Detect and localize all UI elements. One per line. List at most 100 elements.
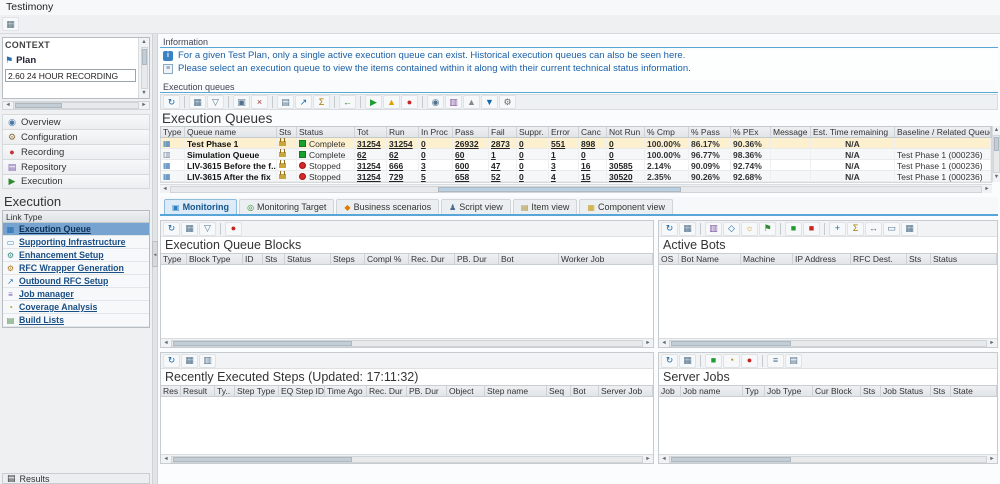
recent-horizontal-scrollbar[interactable]: ◄ ► <box>161 454 653 463</box>
column-header[interactable]: Suppr. <box>517 127 549 137</box>
sidebar-item-supporting-infrastructure[interactable]: ▭ Supporting Infrastructure <box>3 236 149 249</box>
scroll-track[interactable] <box>171 339 643 347</box>
scroll-left-icon[interactable]: ◄ <box>161 455 171 464</box>
download-icon[interactable]: ▼ <box>481 95 498 109</box>
sidebar-item-build-lists[interactable]: ▤ Build Lists <box>3 314 149 327</box>
column-header[interactable]: Sts <box>277 127 297 137</box>
scroll-up-icon[interactable]: ▲ <box>139 38 149 47</box>
scroll-down-icon[interactable]: ▼ <box>139 89 149 98</box>
scroll-up-icon[interactable]: ▲ <box>992 126 1000 135</box>
column-header[interactable]: Sts <box>907 254 931 264</box>
column-header[interactable]: EQ Step ID <box>279 386 325 396</box>
column-header[interactable]: % PEx <box>731 127 771 137</box>
sidebar-item-recording[interactable]: ● Recording <box>2 144 150 159</box>
column-header[interactable]: IP Address <box>793 254 851 264</box>
scroll-thumb[interactable] <box>671 456 792 462</box>
tab-script-view[interactable]: ♟ Script view <box>441 199 511 214</box>
column-header[interactable]: In Proc <box>419 127 453 137</box>
settings-icon[interactable]: ⚙ <box>499 95 516 109</box>
column-header[interactable]: Error <box>549 127 579 137</box>
column-header[interactable]: Ty.. <box>215 386 235 396</box>
column-header[interactable]: Bot Name <box>679 254 741 264</box>
plan-row[interactable]: ⚑ Plan <box>5 55 136 66</box>
column-header[interactable]: Block Type <box>187 254 243 264</box>
column-header[interactable]: Bot <box>499 254 559 264</box>
context-horizontal-scrollbar[interactable]: ◄ ► <box>2 101 150 110</box>
sidebar-item-execution-queue[interactable]: ▦ Execution Queue <box>3 223 149 236</box>
column-header[interactable]: Est. Time remaining <box>811 127 895 137</box>
column-header[interactable]: Pass <box>453 127 489 137</box>
stop-icon[interactable]: ● <box>401 95 418 109</box>
refresh-icon[interactable]: ↻ <box>163 95 180 109</box>
column-header[interactable]: Not Run <box>607 127 645 137</box>
window-grid-icon[interactable]: ▦ <box>2 17 19 31</box>
column-header[interactable]: Type <box>161 127 185 137</box>
column-header[interactable]: Job Status <box>881 386 931 396</box>
scroll-track[interactable] <box>669 339 987 347</box>
export-icon[interactable]: ↗ <box>295 95 312 109</box>
monitor-icon[interactable]: ▭ <box>883 221 900 236</box>
grid-icon[interactable]: ▤ <box>785 353 802 368</box>
sidebar-item-coverage-analysis[interactable]: ◔ Coverage Analysis <box>3 301 149 314</box>
stop-icon[interactable]: ● <box>225 221 242 236</box>
scroll-thumb[interactable] <box>173 340 352 346</box>
column-header[interactable]: Message <box>771 127 811 137</box>
table-horizontal-scrollbar[interactable]: ◄ ► <box>160 184 992 193</box>
column-header[interactable]: Sts <box>861 386 881 396</box>
sidebar-item-execution[interactable]: ▶ Execution <box>2 174 150 189</box>
sidebar-item-job-manager[interactable]: ≡ Job manager <box>3 288 149 301</box>
column-header[interactable]: ID <box>243 254 263 264</box>
scroll-thumb[interactable] <box>438 186 682 192</box>
tab-item-view[interactable]: ▤ Item view <box>512 199 578 214</box>
scroll-track[interactable] <box>140 47 148 89</box>
scroll-right-icon[interactable]: ► <box>643 339 653 348</box>
sidebar-item-configuration[interactable]: ⚙ Configuration <box>2 129 150 144</box>
sidebar-item-rfc-wrapper-generation[interactable]: ⚙ RFC Wrapper Generation <box>3 262 149 275</box>
column-header[interactable]: Step Type <box>235 386 279 396</box>
choose-layout-icon[interactable]: ▦ <box>679 221 696 236</box>
tab-monitoring[interactable]: ▣ Monitoring <box>164 199 238 214</box>
column-header[interactable]: OS <box>659 254 679 264</box>
sum-icon[interactable]: Σ <box>847 221 864 236</box>
bots-horizontal-scrollbar[interactable]: ◄ ► <box>659 338 997 347</box>
choose-layout-icon[interactable]: ▦ <box>181 353 198 368</box>
column-header[interactable]: Typ <box>743 386 765 396</box>
transfer-icon[interactable]: ↔ <box>865 221 882 236</box>
column-header[interactable]: Bot <box>571 386 599 396</box>
column-header[interactable]: Status <box>285 254 331 264</box>
scroll-track[interactable] <box>170 185 982 193</box>
choose-layout-icon[interactable]: ▦ <box>181 221 198 236</box>
start-bot-icon[interactable]: ■ <box>785 221 802 236</box>
refresh-icon[interactable]: ↻ <box>661 353 678 368</box>
scroll-left-icon[interactable]: ◄ <box>659 339 669 348</box>
details-icon[interactable]: ◉ <box>427 95 444 109</box>
column-header[interactable]: Compl % <box>365 254 409 264</box>
chart-icon[interactable]: ▥ <box>199 353 216 368</box>
scroll-right-icon[interactable]: ► <box>987 455 997 464</box>
column-header[interactable]: Machine <box>741 254 793 264</box>
refresh-icon[interactable]: ↻ <box>163 221 180 236</box>
sidebar-item-enhancement-setup[interactable]: ⚙ Enhancement Setup <box>3 249 149 262</box>
context-vertical-scrollbar[interactable]: ▲ ▼ <box>138 38 149 98</box>
chart-icon[interactable]: ▥ <box>445 95 462 109</box>
scroll-thumb[interactable] <box>173 456 352 462</box>
print-icon[interactable]: ▤ <box>277 95 294 109</box>
column-header[interactable]: Status <box>931 254 997 264</box>
queue-row[interactable]: ▥ Simulation Queue Complete 62 62 0 60 1 0 1 0 0 100… <box>161 149 991 160</box>
chart-icon[interactable]: ▥ <box>705 221 722 236</box>
scroll-left-icon[interactable]: ◄ <box>160 185 170 194</box>
sidebar-item-outbound-rfc-setup[interactable]: ↗ Outbound RFC Setup <box>3 275 149 288</box>
choose-layout-icon[interactable]: ▦ <box>189 95 206 109</box>
column-header[interactable]: Tot <box>355 127 387 137</box>
upload-icon[interactable]: ▲ <box>463 95 480 109</box>
column-header[interactable]: Sts <box>263 254 285 264</box>
tab-business-scenarios[interactable]: ◆ Business scenarios <box>336 199 440 214</box>
choose-layout-icon[interactable]: ▦ <box>679 353 696 368</box>
grid-icon[interactable]: ▦ <box>901 221 918 236</box>
column-header[interactable]: Result <box>181 386 215 396</box>
copy-icon[interactable]: ▣ <box>233 95 250 109</box>
list-icon[interactable]: ≡ <box>767 353 784 368</box>
column-header[interactable]: Run <box>387 127 419 137</box>
scroll-track[interactable] <box>669 455 987 463</box>
stop-bot-icon[interactable]: ■ <box>803 221 820 236</box>
